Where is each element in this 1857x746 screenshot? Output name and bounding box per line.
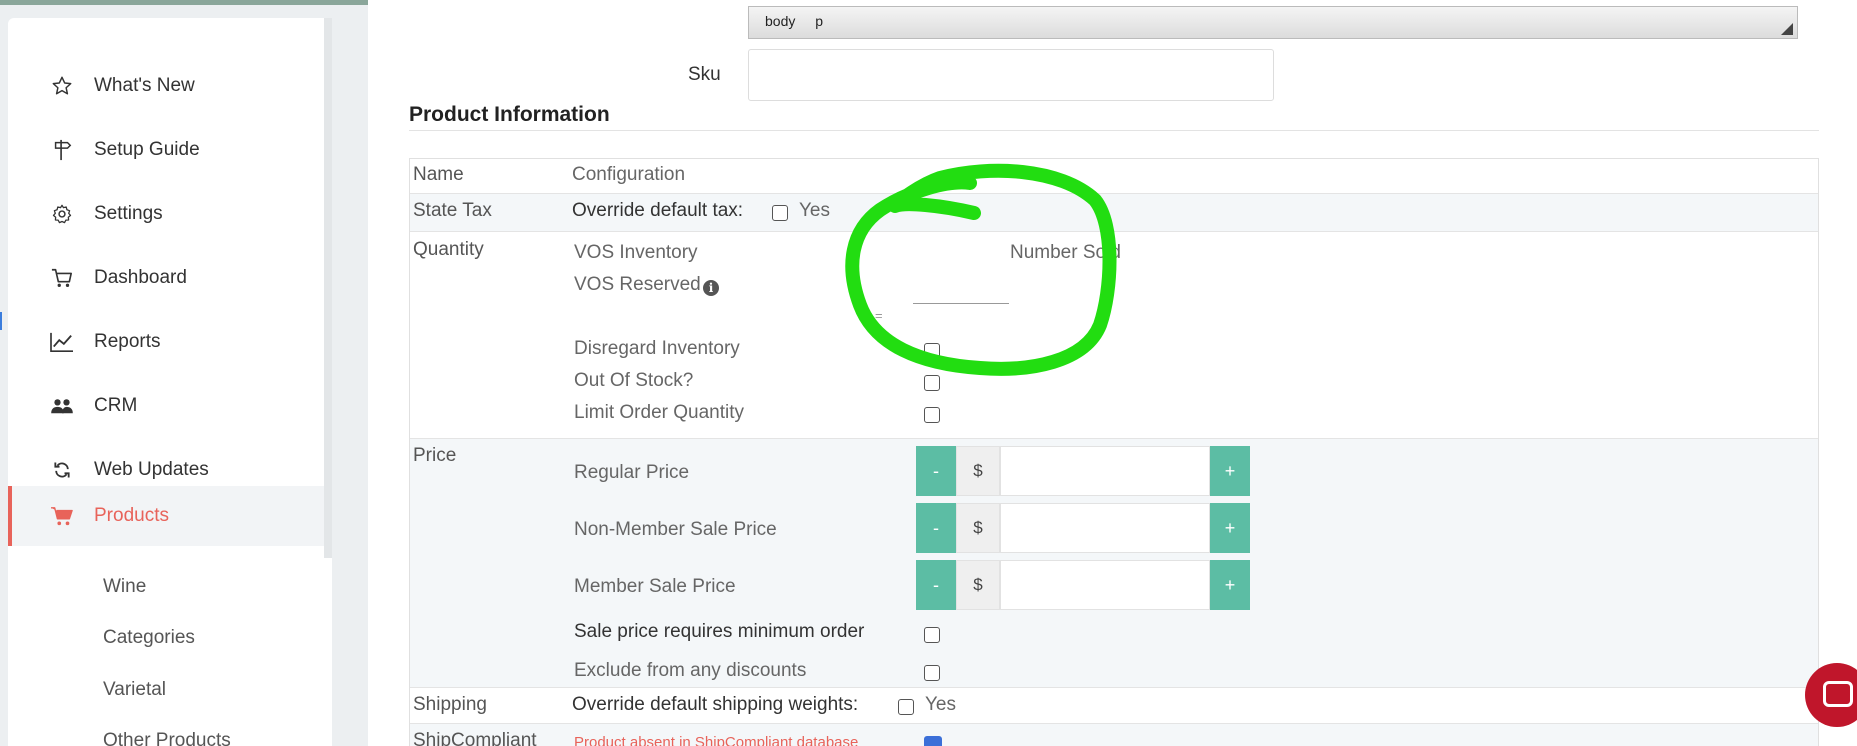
resize-grip-icon[interactable] [1781, 23, 1793, 35]
vos-reserved-label: VOS Reserved [574, 274, 701, 295]
exclude-discounts-label: Exclude from any discounts [574, 660, 807, 681]
decrement-button[interactable]: - [916, 446, 956, 496]
increment-button[interactable]: + [1210, 560, 1250, 610]
currency-symbol: $ [956, 503, 1000, 553]
override-shipping-yes: Yes [925, 694, 956, 715]
table-header-row: Name Configuration [410, 159, 1818, 193]
out-of-stock-label: Out Of Stock? [574, 370, 694, 391]
sku-input[interactable] [748, 49, 1274, 101]
disregard-inventory-label: Disregard Inventory [574, 338, 740, 359]
member-sale-price-stepper: - $ + [916, 560, 1250, 610]
sidebar: What's New Setup Guide Settings Dashboar… [8, 18, 332, 746]
editor-path-body[interactable]: body [765, 13, 795, 29]
star-icon [42, 71, 82, 101]
sidebar-item-reports[interactable]: Reports [8, 312, 332, 372]
regular-price-input[interactable] [1000, 446, 1210, 496]
vos-inventory-label: VOS Inventory [574, 242, 698, 263]
sidebar-subitem-categories[interactable]: Categories [103, 627, 195, 649]
cart-icon [42, 263, 82, 293]
sidebar-scrollbar[interactable] [324, 18, 332, 558]
override-shipping-checkbox[interactable] [898, 699, 914, 715]
row-name: ShipCompliant [413, 730, 537, 746]
regular-price-label: Regular Price [574, 462, 690, 483]
shopping-cart-icon [42, 501, 82, 531]
divider [409, 130, 1819, 131]
override-shipping-label: Override default shipping weights: [572, 694, 859, 715]
override-tax-checkbox[interactable] [772, 205, 788, 221]
table-row-state-tax: State Tax Override default tax: Yes [410, 193, 1818, 231]
sync-icon [42, 455, 82, 485]
sidebar-item-products[interactable]: Products [8, 486, 332, 546]
sku-label: Sku [688, 64, 721, 85]
member-sale-price-input[interactable] [1000, 560, 1210, 610]
table-row-price: Price Regular Price - $ + Non-Member Sal… [410, 438, 1818, 687]
override-tax-label: Override default tax: [572, 200, 744, 221]
chart-line-icon [42, 327, 82, 357]
decrement-button[interactable]: - [916, 503, 956, 553]
section-title: Product Information [409, 103, 610, 126]
limit-order-quantity-label: Limit Order Quantity [574, 402, 744, 423]
increment-button[interactable]: + [1210, 446, 1250, 496]
non-member-sale-price-input[interactable] [1000, 503, 1210, 553]
decrement-button[interactable]: - [916, 560, 956, 610]
column-header-configuration: Configuration [572, 164, 686, 185]
member-sale-price-label: Member Sale Price [574, 576, 736, 597]
shipcompliant-checkbox[interactable] [924, 736, 942, 746]
number-sold-label: Number Sold [1010, 242, 1121, 263]
sidebar-item-label: Dashboard [94, 267, 187, 288]
sidebar-subitem-wine[interactable]: Wine [103, 576, 146, 598]
non-member-sale-price-stepper: - $ + [916, 503, 1250, 553]
row-name: Quantity [413, 239, 484, 260]
gear-icon [42, 199, 82, 229]
currency-symbol: $ [956, 446, 1000, 496]
equals-sign: = [875, 308, 883, 323]
sidebar-item-label: Setup Guide [94, 139, 200, 160]
sidebar-item-label: What's New [94, 75, 195, 96]
table-row-shipping: Shipping Override default shipping weigh… [410, 687, 1818, 723]
currency-symbol: $ [956, 560, 1000, 610]
sidebar-item-settings[interactable]: Settings [8, 184, 332, 244]
sidebar-item-dashboard[interactable]: Dashboard [8, 248, 332, 308]
shipcompliant-warning: Product absent in ShipCompliant database [574, 734, 859, 746]
chat-icon [1823, 681, 1853, 707]
edge-marker [0, 312, 2, 330]
sidebar-item-crm[interactable]: CRM [8, 376, 332, 436]
row-name: Price [413, 445, 457, 466]
table-row-shipcompliant: ShipCompliant Product absent in ShipComp… [410, 723, 1818, 746]
disregard-inventory-checkbox[interactable] [924, 343, 940, 359]
sidebar-item-whats-new[interactable]: What's New [8, 56, 332, 116]
sidebar-item-label: CRM [94, 395, 138, 416]
editor-path-p[interactable]: p [815, 13, 823, 29]
main-content: body p Sku Product Information Name Conf… [368, 0, 1857, 746]
sidebar-subitem-other-products[interactable]: Other Products [103, 730, 231, 746]
users-icon [42, 391, 82, 421]
limit-order-quantity-checkbox[interactable] [924, 407, 940, 423]
product-info-table: Name Configuration State Tax Override de… [409, 158, 1819, 746]
signpost-icon [42, 135, 82, 165]
sidebar-item-label: Reports [94, 331, 161, 352]
sidebar-item-label: Products [94, 505, 169, 526]
out-of-stock-checkbox[interactable] [924, 375, 940, 391]
exclude-discounts-checkbox[interactable] [924, 665, 940, 681]
min-order-checkbox[interactable] [924, 627, 940, 643]
column-header-name: Name [413, 164, 464, 185]
sidebar-item-label: Settings [94, 203, 163, 224]
row-name: Shipping [413, 694, 487, 715]
increment-button[interactable]: + [1210, 503, 1250, 553]
info-icon[interactable]: i [703, 280, 719, 296]
regular-price-stepper: - $ + [916, 446, 1250, 496]
sidebar-item-label: Web Updates [94, 459, 209, 480]
row-name: State Tax [413, 200, 492, 221]
table-row-quantity: Quantity VOS Inventory Number Sold VOS R… [410, 231, 1818, 438]
sidebar-item-setup-guide[interactable]: Setup Guide [8, 120, 332, 180]
override-tax-yes: Yes [799, 200, 830, 221]
inventory-total-line [913, 303, 1009, 304]
editor-status-bar: body p [748, 6, 1798, 39]
sidebar-subitem-varietal[interactable]: Varietal [103, 679, 166, 701]
non-member-sale-price-label: Non-Member Sale Price [574, 519, 777, 540]
min-order-label: Sale price requires minimum order [574, 621, 865, 642]
